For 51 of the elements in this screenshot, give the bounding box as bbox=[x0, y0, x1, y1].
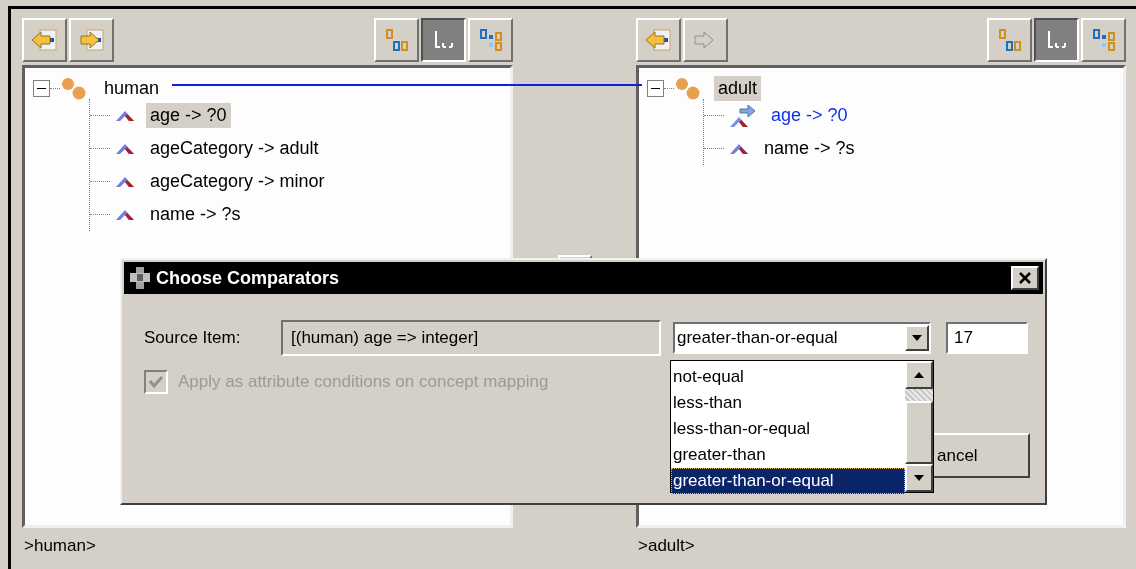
dialog-title: Choose Comparators bbox=[156, 267, 341, 289]
collapse-icon[interactable] bbox=[647, 80, 664, 97]
tree-item[interactable]: human bbox=[100, 76, 164, 101]
arrow-left-icon bbox=[643, 27, 674, 53]
check-icon bbox=[148, 375, 164, 389]
close-icon bbox=[1018, 271, 1032, 285]
close-button[interactable] bbox=[1011, 266, 1039, 290]
back-button[interactable] bbox=[22, 18, 67, 62]
attribute-icon bbox=[116, 143, 134, 154]
attribute-icon bbox=[116, 176, 134, 187]
tree-item[interactable]: age -> ?0 bbox=[767, 103, 852, 128]
boxes-icon bbox=[383, 27, 410, 53]
source-item-field: [(human) age => integer] bbox=[281, 320, 661, 356]
scroll-down-icon bbox=[914, 475, 924, 481]
collapse-icon[interactable] bbox=[33, 80, 50, 97]
tree-item[interactable]: name -> ?s bbox=[146, 202, 245, 227]
attribute-icon bbox=[116, 110, 134, 121]
concept-icon bbox=[60, 75, 88, 102]
boxes-icon bbox=[996, 27, 1023, 53]
view-button[interactable] bbox=[421, 18, 466, 62]
tree-item[interactable]: name -> ?s bbox=[760, 136, 859, 161]
apply-checkbox-label: Apply as attribute conditions on concept mapping bbox=[178, 372, 549, 392]
caret-icon bbox=[912, 335, 922, 341]
tree-item[interactable]: ageCategory -> adult bbox=[146, 136, 323, 161]
scrollbar-thumb[interactable] bbox=[905, 401, 933, 464]
app-icon bbox=[128, 265, 152, 291]
dropdown-option[interactable]: less-than-or-equal bbox=[671, 416, 905, 442]
status-text: >human> bbox=[23, 535, 97, 557]
tree-item[interactable]: adult bbox=[714, 76, 762, 101]
dropdown-option[interactable]: not-equal bbox=[671, 364, 905, 390]
dropdown-option[interactable]: greater-than-or-equal bbox=[671, 468, 905, 494]
tree-item[interactable]: age -> ?0 bbox=[146, 103, 231, 128]
scroll-up-icon bbox=[914, 372, 924, 378]
concept-icon bbox=[674, 75, 702, 102]
comparator-dropdown[interactable]: greater-than-or-equal bbox=[673, 322, 931, 354]
scrollbar-track bbox=[905, 389, 933, 401]
linked-boxes-icon bbox=[1090, 27, 1117, 53]
attribute-icon bbox=[116, 209, 134, 220]
tree-item[interactable]: ageCategory -> minor bbox=[146, 169, 329, 194]
view-button[interactable] bbox=[1034, 18, 1079, 62]
forward-button[interactable] bbox=[69, 18, 114, 62]
dropdown-option[interactable]: less-than bbox=[671, 390, 905, 416]
dropdown-option[interactable]: greater-than bbox=[671, 442, 905, 468]
attribute-icon bbox=[730, 143, 748, 154]
source-item-label: Source Item: bbox=[144, 328, 242, 348]
status-text: >adult> bbox=[637, 535, 696, 557]
threshold-field[interactable]: 17 bbox=[946, 322, 1028, 354]
scrollbar[interactable] bbox=[905, 361, 933, 492]
arrow-left-icon bbox=[29, 27, 60, 53]
back-button[interactable] bbox=[636, 18, 681, 62]
linked-boxes-icon bbox=[477, 27, 504, 53]
